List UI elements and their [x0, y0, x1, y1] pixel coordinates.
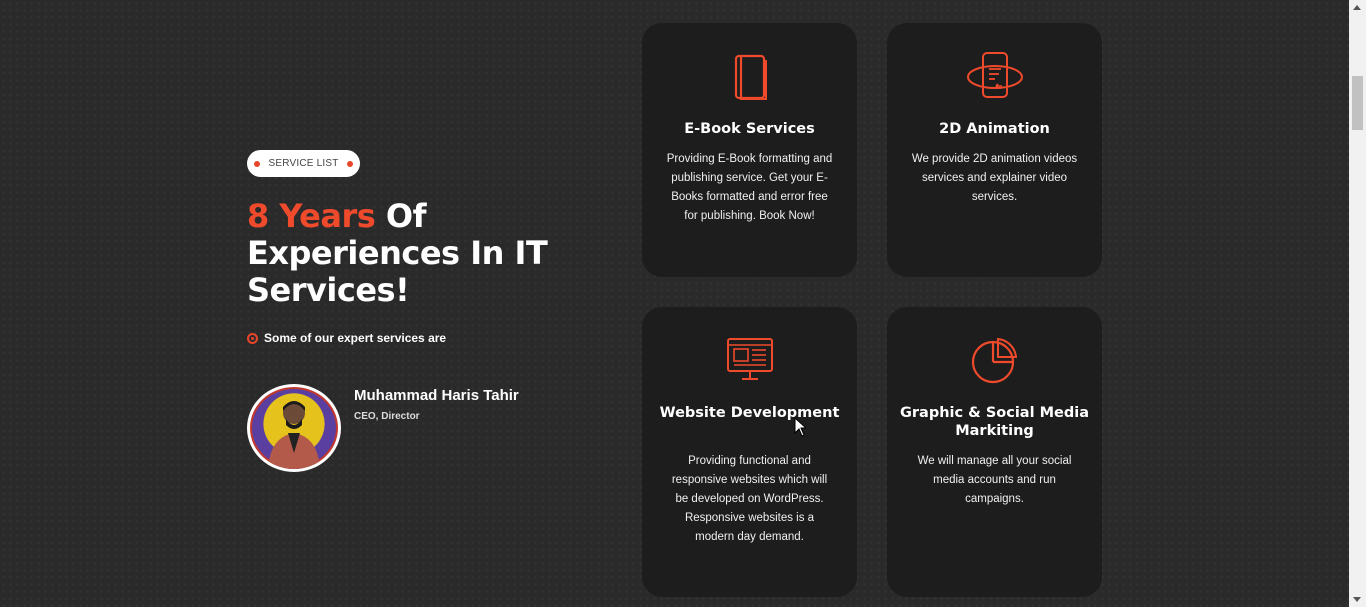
scrollbar-thumb[interactable]: [1352, 76, 1363, 130]
person-name: Muhammad Haris Tahir: [354, 387, 519, 404]
target-icon: [247, 332, 258, 344]
card-text: We provide 2D animation videos services …: [911, 153, 1078, 203]
person-photo-icon: [268, 401, 320, 469]
scroll-down-arrow-icon[interactable]: [1353, 597, 1361, 602]
phone-rotate-icon: [966, 52, 1023, 98]
avatar: [247, 384, 341, 472]
card-text: We will manage all your social media acc…: [917, 455, 1072, 505]
services-section: SERVICE LIST 8 Years Of Experiences In I…: [0, 0, 1349, 607]
monitor-web-icon: [726, 338, 773, 380]
person-role: CEO, Director: [354, 411, 420, 422]
service-card-graphic-social[interactable]: Graphic & Social Media Markiting We will…: [887, 307, 1102, 597]
mouse-cursor-icon: [794, 417, 806, 437]
card-title: Website Development: [659, 405, 840, 421]
scroll-up-arrow-icon[interactable]: [1353, 5, 1361, 10]
service-card-2d-animation[interactable]: 2D Animation We provide 2D animation vid…: [887, 23, 1102, 277]
badge-dot-right: [346, 160, 353, 167]
book-icon: [734, 54, 767, 100]
card-text: Providing E-Book formatting and publishi…: [666, 153, 833, 222]
section-headline: 8 Years Of Experiences In IT Services!: [247, 198, 567, 309]
service-card-ebook[interactable]: E-Book Services Providing E-Book formatt…: [642, 23, 857, 277]
card-title: Graphic & Social Media Markiting: [899, 405, 1090, 439]
card-text: Providing functional and responsive webs…: [671, 455, 828, 543]
expert-services-line: Some of our expert services are: [247, 331, 446, 345]
headline-accent: 8 Years: [247, 197, 376, 235]
pie-chart-icon: [971, 337, 1017, 384]
card-title: 2D Animation: [939, 121, 1050, 137]
service-list-badge: SERVICE LIST: [247, 150, 360, 177]
badge-dot-left: [254, 160, 261, 167]
vertical-scrollbar[interactable]: [1349, 0, 1366, 607]
badge-label: SERVICE LIST: [268, 158, 339, 169]
service-card-website-development[interactable]: Website Development Providing functional…: [642, 307, 857, 597]
expert-services-label: Some of our expert services are: [264, 331, 447, 345]
card-title: E-Book Services: [684, 121, 815, 137]
